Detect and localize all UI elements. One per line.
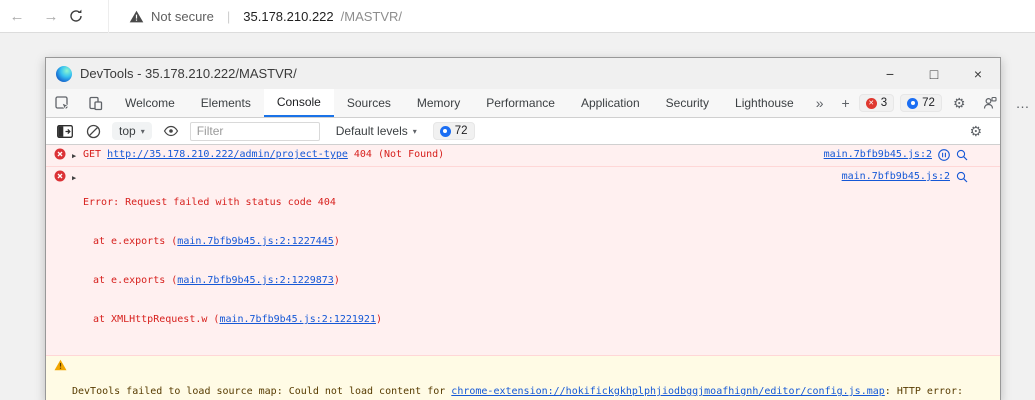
message-badge-count: 72 — [922, 97, 935, 109]
settings-gear-icon[interactable]: ⚙ — [944, 89, 975, 117]
error-icon — [54, 148, 67, 160]
stack-frame-link[interactable]: main.7bfb9b45.js:2:1229873 — [177, 275, 334, 286]
javascript-context-dropdown[interactable]: top ▾ — [112, 122, 152, 140]
warning-text: : HTTP error: — [884, 386, 964, 397]
search-web-icon[interactable] — [956, 149, 968, 161]
stack-frame-text: at XMLHttpRequest.w ( — [93, 314, 220, 325]
device-toolbar-icon[interactable] — [79, 89, 112, 117]
message-badge-icon — [439, 125, 451, 137]
warning-text: DevTools failed to load source map: Coul… — [72, 386, 452, 397]
source-map-link[interactable]: chrome-extension://hokifickgkhplphjiodbg… — [451, 386, 884, 397]
devtools-titlebar[interactable]: DevTools - 35.178.210.222/MASTVR/ − □ × — [46, 58, 1000, 89]
warning-icon — [54, 359, 67, 371]
address-bar[interactable]: Not secure | 35.178.210.222/MASTVR/ — [108, 0, 1035, 33]
overflow-menu-icon[interactable]: … — [1006, 89, 1035, 117]
back-icon[interactable]: ← — [0, 8, 34, 25]
console-error-row: ▶ GET http://35.178.210.222/admin/project… — [46, 145, 1000, 167]
expand-triangle-icon[interactable]: ▶ — [72, 150, 83, 163]
devtools-window: DevTools - 35.178.210.222/MASTVR/ − □ × … — [45, 57, 1029, 400]
devtools-title: DevTools - 35.178.210.222/MASTVR/ — [80, 66, 297, 81]
error-badge-icon — [865, 97, 877, 109]
explain-error-icon[interactable] — [938, 148, 950, 161]
chevron-down-icon: ▾ — [412, 126, 417, 136]
toolbar-message-badge[interactable]: 72 — [432, 122, 475, 140]
forward-icon[interactable]: → — [34, 8, 68, 25]
status-badges: 3 72 — [858, 89, 944, 117]
console-error-row: ▶ Error: Request failed with status code… — [46, 167, 1000, 356]
console-warning-row: DevTools failed to load source map: Coul… — [46, 356, 1000, 400]
stack-frame-text: ) — [375, 314, 383, 325]
more-tabs-icon[interactable]: » — [807, 89, 833, 117]
edge-logo-icon — [56, 65, 72, 82]
window-controls: − □ × — [868, 58, 1000, 89]
close-button[interactable]: × — [956, 58, 1000, 89]
request-url-link[interactable]: http://35.178.210.222/admin/project-type — [107, 149, 348, 160]
add-tab-icon[interactable]: + — [833, 89, 859, 117]
source-link[interactable]: main.7bfb9b45.js:2 — [824, 148, 932, 161]
feedback-person-icon[interactable] — [974, 89, 1006, 117]
browser-toolbar: ← → Not secure | 35.178.210.222/MASTVR/ — [0, 0, 1035, 33]
tab-welcome[interactable]: Welcome — [112, 89, 188, 117]
not-secure-warning-icon — [129, 10, 144, 23]
source-link[interactable]: main.7bfb9b45.js:2 — [842, 170, 950, 183]
stack-frame-text: ) — [333, 236, 340, 247]
devtools-tabbar: Welcome Elements Console Sources Memory … — [46, 89, 1029, 118]
request-status: 404 (Not Found) — [353, 149, 445, 160]
stack-frame-text: at e.exports ( — [93, 275, 178, 286]
tab-memory[interactable]: Memory — [404, 89, 473, 117]
live-expression-eye-icon[interactable] — [161, 125, 181, 137]
url-path: /MASTVR/ — [340, 8, 403, 24]
toolbar-badge-count: 72 — [454, 125, 468, 137]
filter-input[interactable] — [189, 121, 320, 141]
console-toolbar: top ▾ Default levels ▾ 72 ⚙ — [46, 118, 1000, 145]
request-method: GET — [83, 149, 102, 160]
tab-application[interactable]: Application — [568, 89, 653, 117]
minimize-button[interactable]: − — [868, 58, 912, 89]
error-icon — [54, 170, 67, 182]
stack-frame-link[interactable]: main.7bfb9b45.js:2:1221921 — [219, 314, 376, 325]
tab-performance[interactable]: Performance — [473, 89, 568, 117]
maximize-button[interactable]: □ — [912, 58, 956, 89]
chevron-down-icon: ▾ — [140, 126, 145, 136]
context-label: top — [119, 124, 136, 138]
error-badge-count: 3 — [880, 97, 888, 109]
error-message: Error: Request failed with status code 4… — [83, 197, 336, 208]
stack-frame-link[interactable]: main.7bfb9b45.js:2:1227445 — [177, 236, 334, 247]
tab-security[interactable]: Security — [653, 89, 722, 117]
security-label: Not secure — [151, 8, 214, 24]
console-settings-gear-icon[interactable]: ⚙ — [960, 123, 991, 140]
search-web-icon[interactable] — [956, 171, 968, 183]
message-count-badge[interactable]: 72 — [900, 94, 942, 112]
stack-frame-text: at e.exports ( — [93, 236, 178, 247]
stack-frame-text: ) — [333, 275, 340, 286]
inspect-element-icon[interactable] — [46, 89, 79, 117]
url-host: 35.178.210.222 — [243, 8, 334, 24]
tab-elements[interactable]: Elements — [188, 89, 264, 117]
log-levels-label: Default levels — [335, 124, 408, 138]
tab-console[interactable]: Console — [263, 89, 334, 117]
expand-triangle-icon[interactable]: ▶ — [72, 172, 83, 185]
refresh-icon[interactable] — [68, 8, 102, 24]
log-levels-dropdown[interactable]: Default levels ▾ — [329, 122, 424, 140]
address-separator: | — [226, 8, 231, 24]
clear-console-icon[interactable] — [84, 124, 103, 139]
console-sidebar-toggle-icon[interactable] — [55, 124, 75, 138]
console-output: ▶ GET http://35.178.210.222/admin/project… — [46, 145, 1000, 400]
error-count-badge[interactable]: 3 — [858, 94, 895, 112]
tab-lighthouse[interactable]: Lighthouse — [722, 89, 807, 117]
tab-sources[interactable]: Sources — [334, 89, 404, 117]
message-badge-icon — [907, 97, 919, 109]
